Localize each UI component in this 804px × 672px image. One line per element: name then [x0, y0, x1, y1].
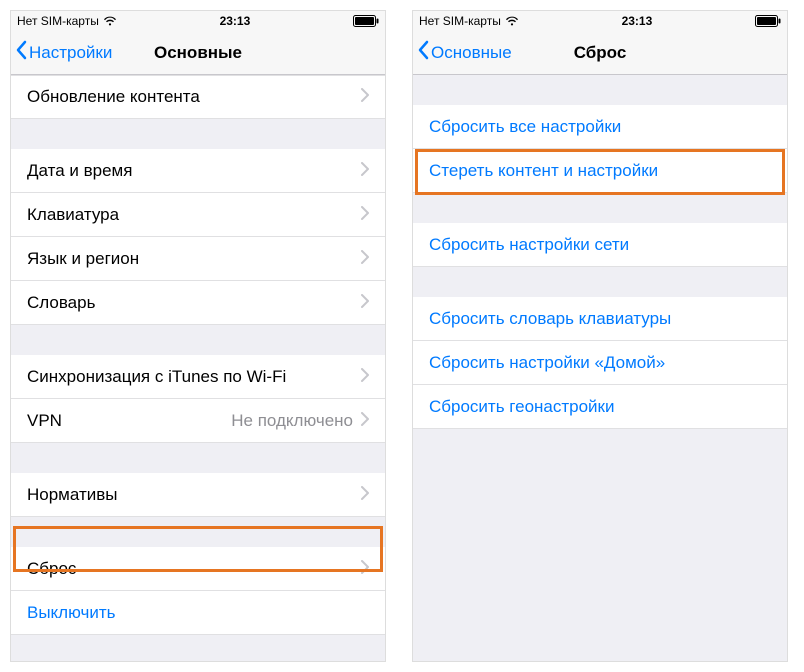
chevron-right-icon	[361, 205, 369, 225]
group-gap	[11, 119, 385, 149]
chevron-right-icon	[361, 293, 369, 313]
row-label: Словарь	[27, 293, 361, 313]
chevron-right-icon	[361, 367, 369, 387]
row-label: Язык и регион	[27, 249, 361, 269]
row-label: Синхронизация с iTunes по Wi-Fi	[27, 367, 361, 387]
back-label: Настройки	[29, 43, 112, 63]
group-gap	[413, 267, 787, 297]
row-label: VPN	[27, 411, 231, 431]
row-label: Сбросить настройки «Домой»	[429, 353, 771, 373]
nav-bar: Основные Сброс	[413, 31, 787, 75]
row-label: Сбросить геонастройки	[429, 397, 771, 417]
row-reset-home[interactable]: Сбросить настройки «Домой»	[413, 341, 787, 385]
phone-reset-settings: Нет SIM-карты 23:13 Основные Сброс Сброс…	[412, 10, 788, 662]
battery-icon	[353, 15, 379, 27]
phone-general-settings: Нет SIM-карты 23:13 Настройки Основные О…	[10, 10, 386, 662]
group-gap	[11, 443, 385, 473]
row-reset-location[interactable]: Сбросить геонастройки	[413, 385, 787, 429]
row-detail: Не подключено	[231, 411, 353, 431]
status-time: 23:13	[220, 14, 251, 28]
row-reset[interactable]: Сброс	[11, 547, 385, 591]
battery-icon	[755, 15, 781, 27]
row-reset-all-settings[interactable]: Сбросить все настройки	[413, 105, 787, 149]
nav-bar: Настройки Основные	[11, 31, 385, 75]
chevron-right-icon	[361, 411, 369, 431]
row-erase-content-settings[interactable]: Стереть контент и настройки	[413, 149, 787, 193]
settings-list: Обновление контента Дата и время Клавиат…	[11, 75, 385, 635]
carrier-text: Нет SIM-карты	[419, 14, 501, 28]
row-label: Сбросить все настройки	[429, 117, 771, 137]
row-dictionary[interactable]: Словарь	[11, 281, 385, 325]
back-label: Основные	[431, 43, 512, 63]
row-label: Выключить	[27, 603, 369, 623]
group-gap	[11, 517, 385, 547]
status-bar: Нет SIM-карты 23:13	[413, 11, 787, 31]
row-date-time[interactable]: Дата и время	[11, 149, 385, 193]
status-bar: Нет SIM-карты 23:13	[11, 11, 385, 31]
chevron-right-icon	[361, 559, 369, 579]
reset-list: Сбросить все настройки Стереть контент и…	[413, 75, 787, 429]
chevron-right-icon	[361, 87, 369, 107]
row-shutdown[interactable]: Выключить	[11, 591, 385, 635]
row-label: Сбросить словарь клавиатуры	[429, 309, 771, 329]
wifi-icon	[103, 16, 117, 26]
chevron-right-icon	[361, 485, 369, 505]
row-label: Дата и время	[27, 161, 361, 181]
chevron-right-icon	[361, 161, 369, 181]
row-vpn[interactable]: VPN Не подключено	[11, 399, 385, 443]
row-content-update[interactable]: Обновление контента	[11, 75, 385, 119]
group-gap	[413, 75, 787, 105]
group-gap	[11, 325, 385, 355]
row-label: Сбросить настройки сети	[429, 235, 771, 255]
row-keyboard[interactable]: Клавиатура	[11, 193, 385, 237]
row-label: Нормативы	[27, 485, 361, 505]
row-reset-keyboard-dict[interactable]: Сбросить словарь клавиатуры	[413, 297, 787, 341]
carrier-text: Нет SIM-карты	[17, 14, 99, 28]
row-label: Сброс	[27, 559, 361, 579]
chevron-left-icon	[417, 40, 431, 65]
group-gap	[413, 193, 787, 223]
row-itunes-wifi[interactable]: Синхронизация с iTunes по Wi-Fi	[11, 355, 385, 399]
row-label: Обновление контента	[27, 87, 361, 107]
row-label: Стереть контент и настройки	[429, 161, 771, 181]
row-reset-network[interactable]: Сбросить настройки сети	[413, 223, 787, 267]
chevron-right-icon	[361, 249, 369, 269]
wifi-icon	[505, 16, 519, 26]
row-label: Клавиатура	[27, 205, 361, 225]
chevron-left-icon	[15, 40, 29, 65]
row-lang-region[interactable]: Язык и регион	[11, 237, 385, 281]
row-regulatory[interactable]: Нормативы	[11, 473, 385, 517]
status-time: 23:13	[622, 14, 653, 28]
back-button[interactable]: Настройки	[11, 40, 112, 65]
back-button[interactable]: Основные	[413, 40, 512, 65]
